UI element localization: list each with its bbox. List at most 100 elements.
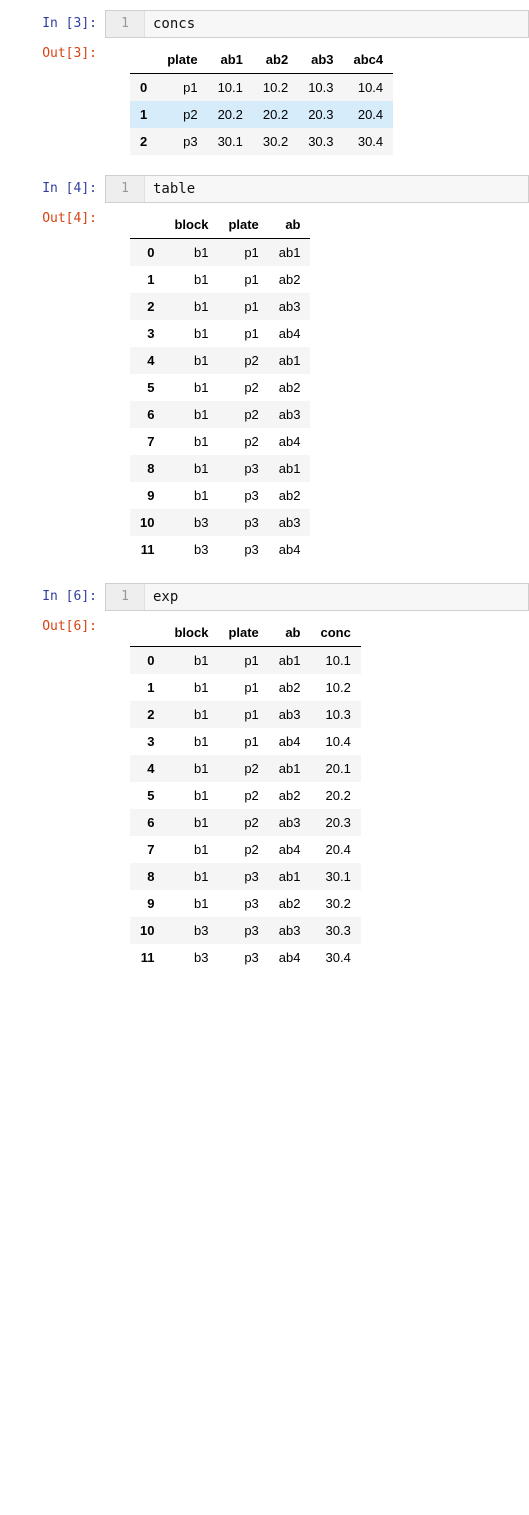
- dataframe-row: 11b3p3ab430.4: [130, 944, 361, 971]
- dataframe-cell: p3: [218, 863, 268, 890]
- dataframe-cell: b1: [164, 890, 218, 917]
- input-prompt: In [4]:: [0, 175, 105, 196]
- dataframe-cell: 30.2: [310, 890, 360, 917]
- dataframe-row: 7b1p2ab4: [130, 428, 310, 455]
- dataframe-row-index: 9: [130, 890, 164, 917]
- dataframe-row: 4b1p2ab120.1: [130, 755, 361, 782]
- dataframe-col-header: plate: [157, 46, 207, 74]
- code-cell[interactable]: 1concs: [105, 10, 529, 38]
- dataframe-cell: p2: [218, 374, 268, 401]
- dataframe-cell: ab3: [269, 509, 311, 536]
- dataframe-cell: ab4: [269, 536, 311, 563]
- dataframe-cell: 10.3: [310, 701, 360, 728]
- output-prompt: Out[6]:: [0, 613, 105, 634]
- dataframe-corner: [130, 46, 157, 74]
- dataframe-cell: 20.2: [310, 782, 360, 809]
- dataframe-row-index: 5: [130, 782, 164, 809]
- dataframe-cell: p1: [157, 74, 207, 102]
- dataframe-col-header: ab1: [208, 46, 253, 74]
- output-prompt: Out[4]:: [0, 205, 105, 226]
- dataframe-row-index: 0: [130, 74, 157, 102]
- dataframe-row-index: 11: [130, 536, 164, 563]
- dataframe-row: 10b3p3ab330.3: [130, 917, 361, 944]
- dataframe-col-header: conc: [310, 619, 360, 647]
- dataframe-cell: b1: [164, 428, 218, 455]
- output-area: plateab1ab2ab3abc40p110.110.210.310.41p2…: [105, 40, 393, 173]
- dataframe-table: plateab1ab2ab3abc40p110.110.210.310.41p2…: [130, 46, 393, 155]
- dataframe-cell: ab1: [269, 347, 311, 374]
- dataframe-cell: 30.3: [298, 128, 343, 155]
- dataframe-row-index: 5: [130, 374, 164, 401]
- dataframe-row-index: 6: [130, 809, 164, 836]
- dataframe-row-index: 2: [130, 128, 157, 155]
- dataframe-cell: p2: [218, 401, 268, 428]
- dataframe-corner: [130, 211, 164, 239]
- dataframe-cell: p1: [218, 701, 268, 728]
- dataframe-cell: b1: [164, 647, 218, 675]
- dataframe-col-header: ab2: [253, 46, 298, 74]
- code-text[interactable]: concs: [145, 11, 528, 37]
- dataframe-cell: b1: [164, 701, 218, 728]
- dataframe-row: 1p220.220.220.320.4: [130, 101, 393, 128]
- dataframe-row: 2p330.130.230.330.4: [130, 128, 393, 155]
- dataframe-col-header: ab: [269, 619, 311, 647]
- dataframe-row-index: 0: [130, 239, 164, 267]
- code-gutter: 1: [106, 11, 145, 37]
- dataframe-cell: 10.3: [298, 74, 343, 102]
- dataframe-row-index: 11: [130, 944, 164, 971]
- dataframe-cell: b1: [164, 266, 218, 293]
- dataframe-cell: p3: [218, 890, 268, 917]
- dataframe-cell: b1: [164, 728, 218, 755]
- dataframe-cell: 30.1: [208, 128, 253, 155]
- dataframe-row-index: 10: [130, 917, 164, 944]
- code-text[interactable]: exp: [145, 584, 528, 610]
- dataframe-cell: p2: [218, 347, 268, 374]
- dataframe-cell: 10.1: [310, 647, 360, 675]
- dataframe-cell: p1: [218, 239, 268, 267]
- dataframe-cell: 10.2: [310, 674, 360, 701]
- code-cell[interactable]: 1exp: [105, 583, 529, 611]
- code-gutter: 1: [106, 176, 145, 202]
- dataframe-cell: p3: [218, 917, 268, 944]
- dataframe-cell: ab1: [269, 863, 311, 890]
- dataframe-cell: 30.1: [310, 863, 360, 890]
- code-cell[interactable]: 1table: [105, 175, 529, 203]
- dataframe-cell: 20.3: [298, 101, 343, 128]
- dataframe-cell: b3: [164, 944, 218, 971]
- dataframe-cell: ab4: [269, 728, 311, 755]
- dataframe-table: blockplateabconc0b1p1ab110.11b1p1ab210.2…: [130, 619, 361, 971]
- dataframe-row-index: 4: [130, 755, 164, 782]
- dataframe-cell: b3: [164, 536, 218, 563]
- dataframe-cell: b1: [164, 674, 218, 701]
- dataframe-cell: 10.2: [253, 74, 298, 102]
- dataframe-cell: b1: [164, 863, 218, 890]
- dataframe-row: 0p110.110.210.310.4: [130, 74, 393, 102]
- dataframe-cell: b1: [164, 293, 218, 320]
- code-text[interactable]: table: [145, 176, 528, 202]
- dataframe-cell: 10.1: [208, 74, 253, 102]
- dataframe-cell: ab2: [269, 374, 311, 401]
- dataframe-cell: 30.3: [310, 917, 360, 944]
- dataframe-cell: p1: [218, 674, 268, 701]
- dataframe-row-index: 7: [130, 836, 164, 863]
- dataframe-row: 0b1p1ab110.1: [130, 647, 361, 675]
- dataframe-row-index: 4: [130, 347, 164, 374]
- dataframe-row-index: 6: [130, 401, 164, 428]
- input-prompt: In [3]:: [0, 10, 105, 31]
- dataframe-cell: b1: [164, 239, 218, 267]
- dataframe-row-index: 0: [130, 647, 164, 675]
- dataframe-cell: 20.1: [310, 755, 360, 782]
- output-area: blockplateabconc0b1p1ab110.11b1p1ab210.2…: [105, 613, 361, 989]
- dataframe-corner: [130, 619, 164, 647]
- dataframe-cell: ab1: [269, 455, 311, 482]
- dataframe-cell: b1: [164, 809, 218, 836]
- output-prompt: Out[3]:: [0, 40, 105, 61]
- dataframe-row-index: 8: [130, 863, 164, 890]
- dataframe-cell: b1: [164, 401, 218, 428]
- dataframe-row: 5b1p2ab220.2: [130, 782, 361, 809]
- dataframe-cell: p3: [218, 482, 268, 509]
- dataframe-row: 11b3p3ab4: [130, 536, 310, 563]
- dataframe-row: 9b1p3ab2: [130, 482, 310, 509]
- dataframe-row-index: 8: [130, 455, 164, 482]
- dataframe-cell: p3: [218, 509, 268, 536]
